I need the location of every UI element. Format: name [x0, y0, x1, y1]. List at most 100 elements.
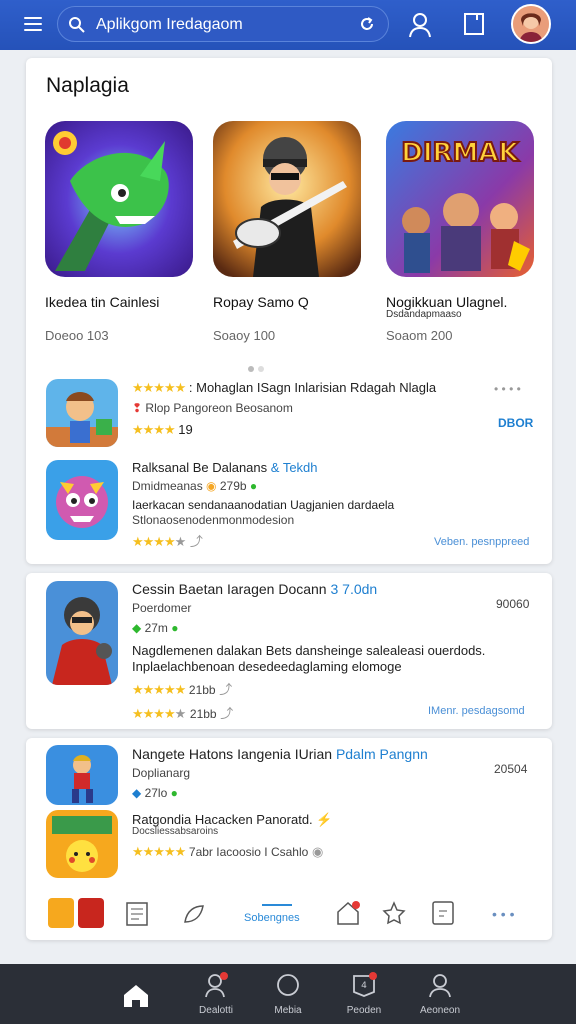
app-description: Nagdlemenen dalakan Bets dansheinge sale… — [132, 643, 486, 658]
featured-app-3[interactable]: DIRMAK Nogikkuan Ulagnel. Dsdandapmaaso … — [386, 121, 534, 343]
active-tab-indicator — [262, 904, 292, 908]
featured-app-1[interactable]: Ikedea tin Cainlesi Doeoo 103 — [45, 121, 193, 343]
meta-label: Dmidmeanas — [132, 479, 203, 493]
featured-app-meta: Doeoo 103 — [45, 328, 109, 343]
featured-app-name: Ropay Samo Q — [213, 294, 309, 310]
list-item-title: Ralksanal Be Dalanans — [132, 460, 268, 475]
rating-value: 21bb — [189, 707, 217, 721]
bottom-navigation: Dealotti Mebia 4 Peoden Aeoneon — [0, 964, 576, 1024]
install-button[interactable]: DBOR — [498, 416, 533, 430]
nav-dealotti[interactable]: Dealotti — [186, 972, 246, 1016]
app-size: ◆ 27lo ● — [132, 786, 178, 800]
note-icon[interactable] — [432, 901, 454, 925]
menu-icon[interactable] — [24, 15, 46, 33]
badge-count: 4 — [361, 981, 367, 991]
app-description: Iaerkacan sendanaanodatian Uagjanien dar… — [132, 498, 395, 512]
person-alert-icon — [205, 972, 228, 998]
rating-row: ★★★★ 19 — [132, 422, 193, 438]
section-title: Nangete Hatons Iangenia — [132, 746, 291, 762]
app-subtitle: ❢ Rlop Pangoreon Beosanom — [132, 401, 293, 415]
rating-stars: ★★★★ — [132, 706, 176, 721]
circle-icon — [277, 974, 299, 996]
nav-mebia[interactable]: Mebia — [258, 972, 318, 1016]
app-size: ◆ 27m ● — [132, 621, 179, 635]
carousel-indicator[interactable] — [248, 359, 268, 377]
share-icon[interactable]: ⤴ — [190, 534, 203, 549]
dirmak-action-game-icon: DIRMAK — [386, 121, 534, 277]
rating-row: ★★★★★ ⤴ — [132, 534, 203, 549]
section-title: Naplagia — [46, 74, 129, 97]
news-icon[interactable] — [126, 902, 148, 926]
more-icon[interactable]: • • • — [492, 906, 514, 922]
rating-row: ★★★★★ 21bb ⤴ — [132, 682, 233, 697]
title-badge: 3 7.0dn — [330, 581, 378, 597]
app-thumbnails[interactable] — [48, 898, 106, 928]
rating-text: 7abr Iacoosio I Csahlo — [188, 845, 309, 859]
rating-stars: ★★★★★ — [132, 682, 186, 697]
count-value: 20504 — [494, 762, 528, 776]
app-title: Ralksanal Be Dalanans & Tekdh — [132, 460, 318, 475]
top-app-bar: Aplikgom Iredagaom — [0, 0, 576, 50]
bookmark-icon[interactable] — [463, 12, 485, 36]
search-input[interactable]: Aplikgom Iredagaom — [57, 6, 389, 42]
more-link[interactable]: Veben. pesnppreed — [434, 536, 529, 548]
section-cessin: Cessin Baetan Iaragen Docann 3 7.0dn Poe… — [26, 573, 552, 729]
section-naplagia: Naplagia Ikedea tin Cainlesi Doeoo 103 R… — [26, 58, 552, 564]
red-ninja-game-icon[interactable] — [46, 581, 118, 685]
game-banner-text: DIRMAK — [401, 138, 519, 168]
rating-stars: ★★★★ — [132, 422, 176, 437]
more-icon[interactable]: • • • • — [494, 382, 521, 396]
nav-label: Peoden — [346, 1005, 382, 1016]
title-mid: IUrian — [294, 746, 333, 762]
tab-label: Sobengnes — [244, 912, 300, 924]
monster-game-icon[interactable] — [46, 460, 118, 540]
app-description-2: Stlonaosenodenmonmodesion — [132, 513, 295, 527]
count-value: 90060 — [496, 597, 530, 611]
more-link[interactable]: IMenr. pesdagsomd — [428, 705, 525, 717]
rating-stars: ★★★★ — [132, 534, 176, 549]
nav-aeoneon[interactable]: Aeoneon — [410, 972, 470, 1016]
runner-game-icon[interactable] — [46, 745, 118, 805]
pikachu-game-icon[interactable] — [46, 810, 118, 878]
app-title: Nangete Hatons Iangenia IUrian Pdalm Pan… — [132, 746, 428, 762]
list-item-title: Mohaglan ISagn Inlarisian Rdagah Nlagla — [196, 380, 437, 395]
nav-home[interactable] — [106, 972, 166, 1015]
rating-row: ★★★★★ 7abr Iacoosio I Csahlo ◉ — [132, 844, 324, 859]
home-alert-icon[interactable] — [335, 900, 361, 926]
app-description-2: Inplaelachbenoan desedeedaglaming elomog… — [132, 659, 402, 674]
hammer-hero-game-icon[interactable] — [46, 379, 118, 447]
title-suffix: Docann — [278, 581, 327, 597]
featured-app-2[interactable]: Ropay Samo Q Soaoy 100 — [213, 121, 361, 343]
app-meta: Doplianarg — [132, 766, 191, 780]
list-item-title: Ratgondia Hacacken Panoratd. — [132, 812, 313, 827]
size-value: 27lo — [144, 786, 168, 800]
featured-app-meta: Soaom 200 — [386, 328, 453, 343]
tab-sobengnes[interactable]: Sobengnes — [244, 912, 300, 924]
refresh-icon[interactable] — [358, 15, 376, 33]
list-item-subtitle: Rlop Pangoreon Beosanom — [145, 401, 293, 415]
user-icon[interactable] — [408, 12, 432, 38]
section-title: Cessin Baetan Iaragen — [132, 581, 275, 597]
badge-icon: 4 — [353, 972, 377, 997]
search-query: Aplikgom Iredagaom — [96, 16, 243, 33]
featured-app-name: Nogikkuan Ulagnel. — [386, 294, 508, 310]
featured-app-name: Ikedea tin Cainlesi — [45, 294, 160, 310]
green-dragon-game-icon — [45, 121, 193, 277]
star-icon[interactable] — [382, 901, 406, 925]
meta-size: 279b — [219, 479, 247, 493]
home-icon — [124, 985, 148, 1007]
size-value: 27m — [144, 621, 168, 635]
title-badge: & Tekdh — [270, 460, 318, 475]
rating-row-2: ★★★★★ 21bb ⤴ — [132, 706, 234, 721]
nav-peoden[interactable]: 4 Peoden — [334, 972, 394, 1016]
app-title: Cessin Baetan Iaragen Docann 3 7.0dn — [132, 581, 377, 597]
avatar[interactable] — [511, 4, 551, 44]
section-nangete: Nangete Hatons Iangenia IUrian Pdalm Pan… — [26, 738, 552, 940]
rating-value: 21bb — [188, 683, 216, 697]
search-icon — [69, 17, 85, 33]
app-subtitle: Docsliessabsaroins — [132, 826, 219, 837]
nav-label: Dealotti — [199, 1005, 233, 1016]
guitar-hero-game-icon — [213, 121, 361, 277]
leaf-icon[interactable] — [182, 902, 206, 926]
account-icon — [429, 974, 451, 998]
